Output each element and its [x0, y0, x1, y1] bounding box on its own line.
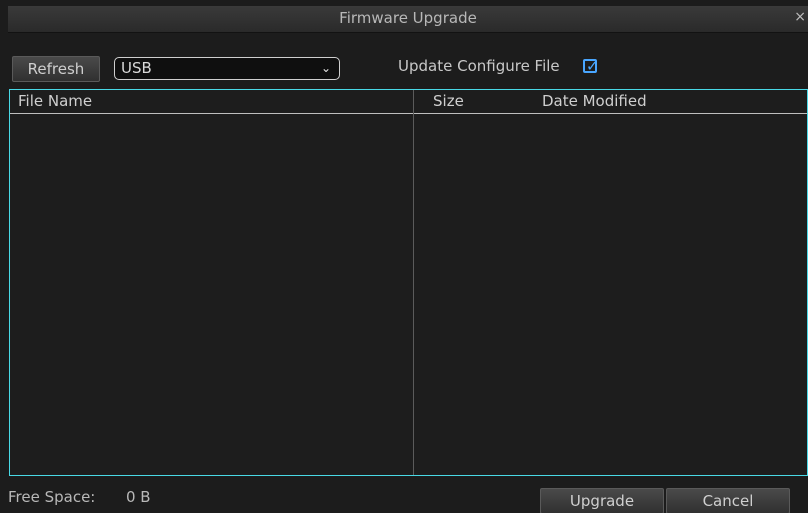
check-icon: ✓ — [586, 57, 599, 75]
update-config-checkbox[interactable]: ✓ — [583, 57, 599, 75]
column-header-size[interactable]: Size — [433, 92, 464, 110]
dialog-title: Firmware Upgrade — [339, 9, 477, 27]
upgrade-toolbar: Refresh USB ⌄ Update Configure File ✓ — [10, 56, 800, 84]
file-list-table[interactable]: File Name Size Date Modified — [9, 89, 808, 476]
column-header-date-modified[interactable]: Date Modified — [542, 92, 647, 110]
device-select-value: USB — [121, 59, 152, 77]
chevron-down-icon: ⌄ — [320, 61, 331, 75]
refresh-button[interactable]: Refresh — [12, 56, 100, 82]
close-icon[interactable]: × — [794, 9, 806, 25]
column-header-file-name[interactable]: File Name — [18, 92, 92, 110]
device-select[interactable]: USB ⌄ — [114, 57, 340, 80]
cancel-button[interactable]: Cancel — [666, 488, 790, 513]
dialog-footer: Free Space: 0 B Upgrade Cancel — [8, 480, 808, 513]
free-space-label: Free Space: — [8, 488, 96, 506]
upgrade-button[interactable]: Upgrade — [540, 488, 664, 513]
column-divider — [413, 90, 414, 475]
table-header: File Name Size Date Modified — [10, 90, 807, 114]
update-config-label: Update Configure File — [398, 57, 560, 75]
free-space-value: 0 B — [126, 488, 151, 506]
firmware-upgrade-dialog: Firmware Upgrade × Refresh USB ⌄ Update … — [0, 0, 808, 513]
dialog-titlebar: Firmware Upgrade × — [8, 6, 808, 33]
